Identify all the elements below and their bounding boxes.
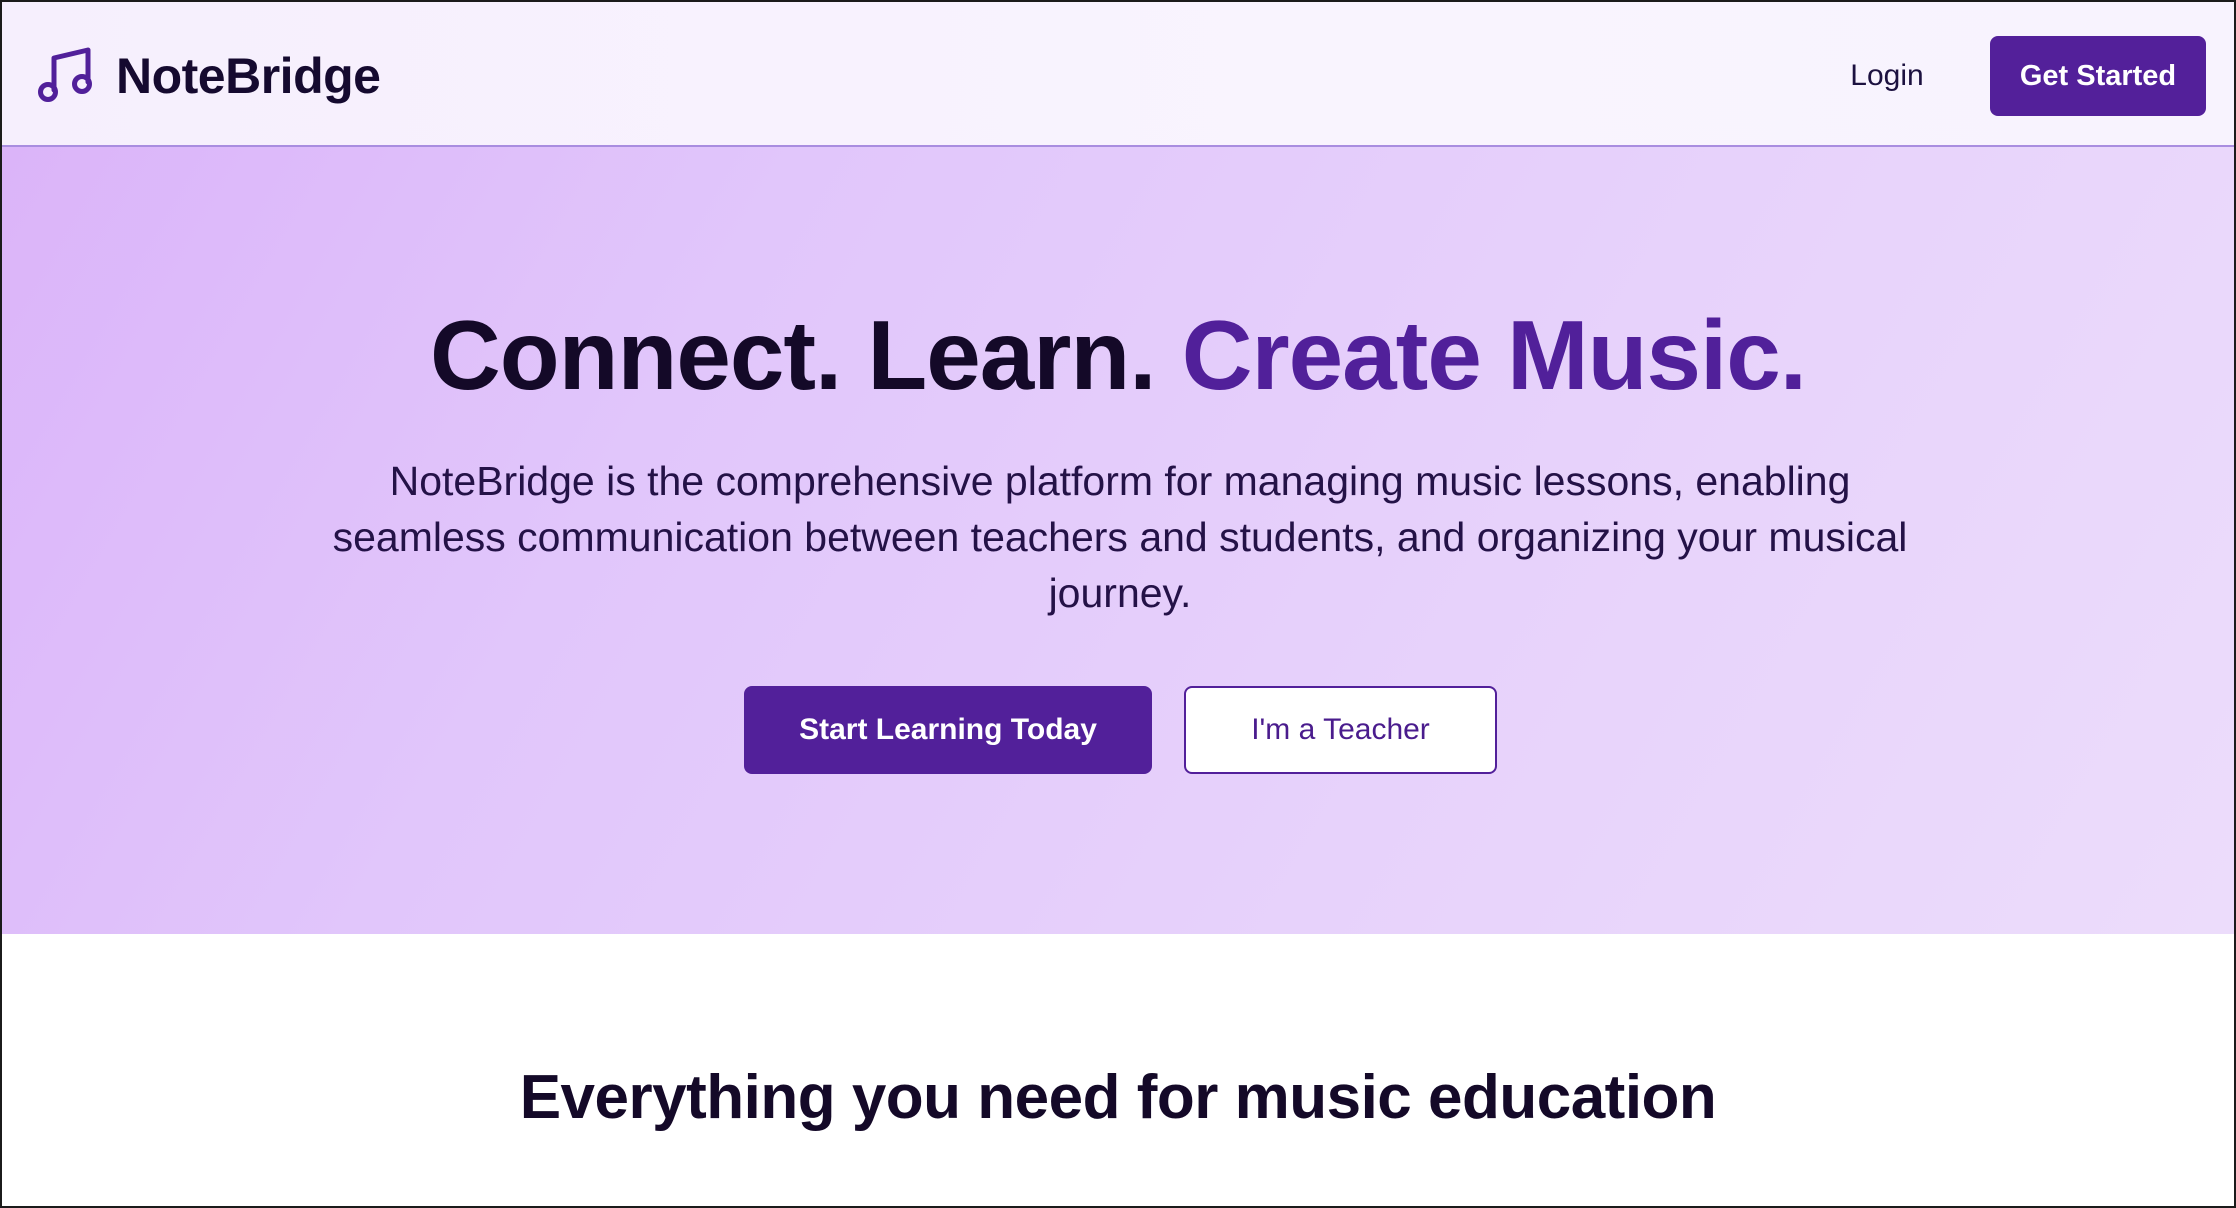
hero-title-accent: Create Music. [1181, 300, 1807, 410]
get-started-button[interactable]: Get Started [1990, 36, 2206, 116]
hero-title: Connect. Learn. Create Music. [2, 297, 2234, 413]
brand-name: NoteBridge [116, 48, 381, 104]
hero-subtitle: NoteBridge is the comprehensive platform… [332, 458, 1908, 616]
login-link[interactable]: Login [1822, 44, 1952, 108]
music-note-icon [38, 47, 92, 102]
hero-section: Connect. Learn. Create Music. NoteBridge… [2, 147, 2234, 934]
start-learning-button[interactable]: Start Learning Today [744, 686, 1152, 774]
brand-logo[interactable]: NoteBridge [38, 46, 381, 106]
hero-title-main: Connect. Learn. [429, 300, 1157, 410]
teacher-button[interactable]: I'm a Teacher [1184, 686, 1497, 774]
features-heading: Everything you need for music education [519, 1063, 1717, 1132]
top-navbar: NoteBridge Login Get Started [2, 2, 2234, 147]
page: NoteBridge Login Get Started Connect. Le… [0, 0, 2236, 1208]
